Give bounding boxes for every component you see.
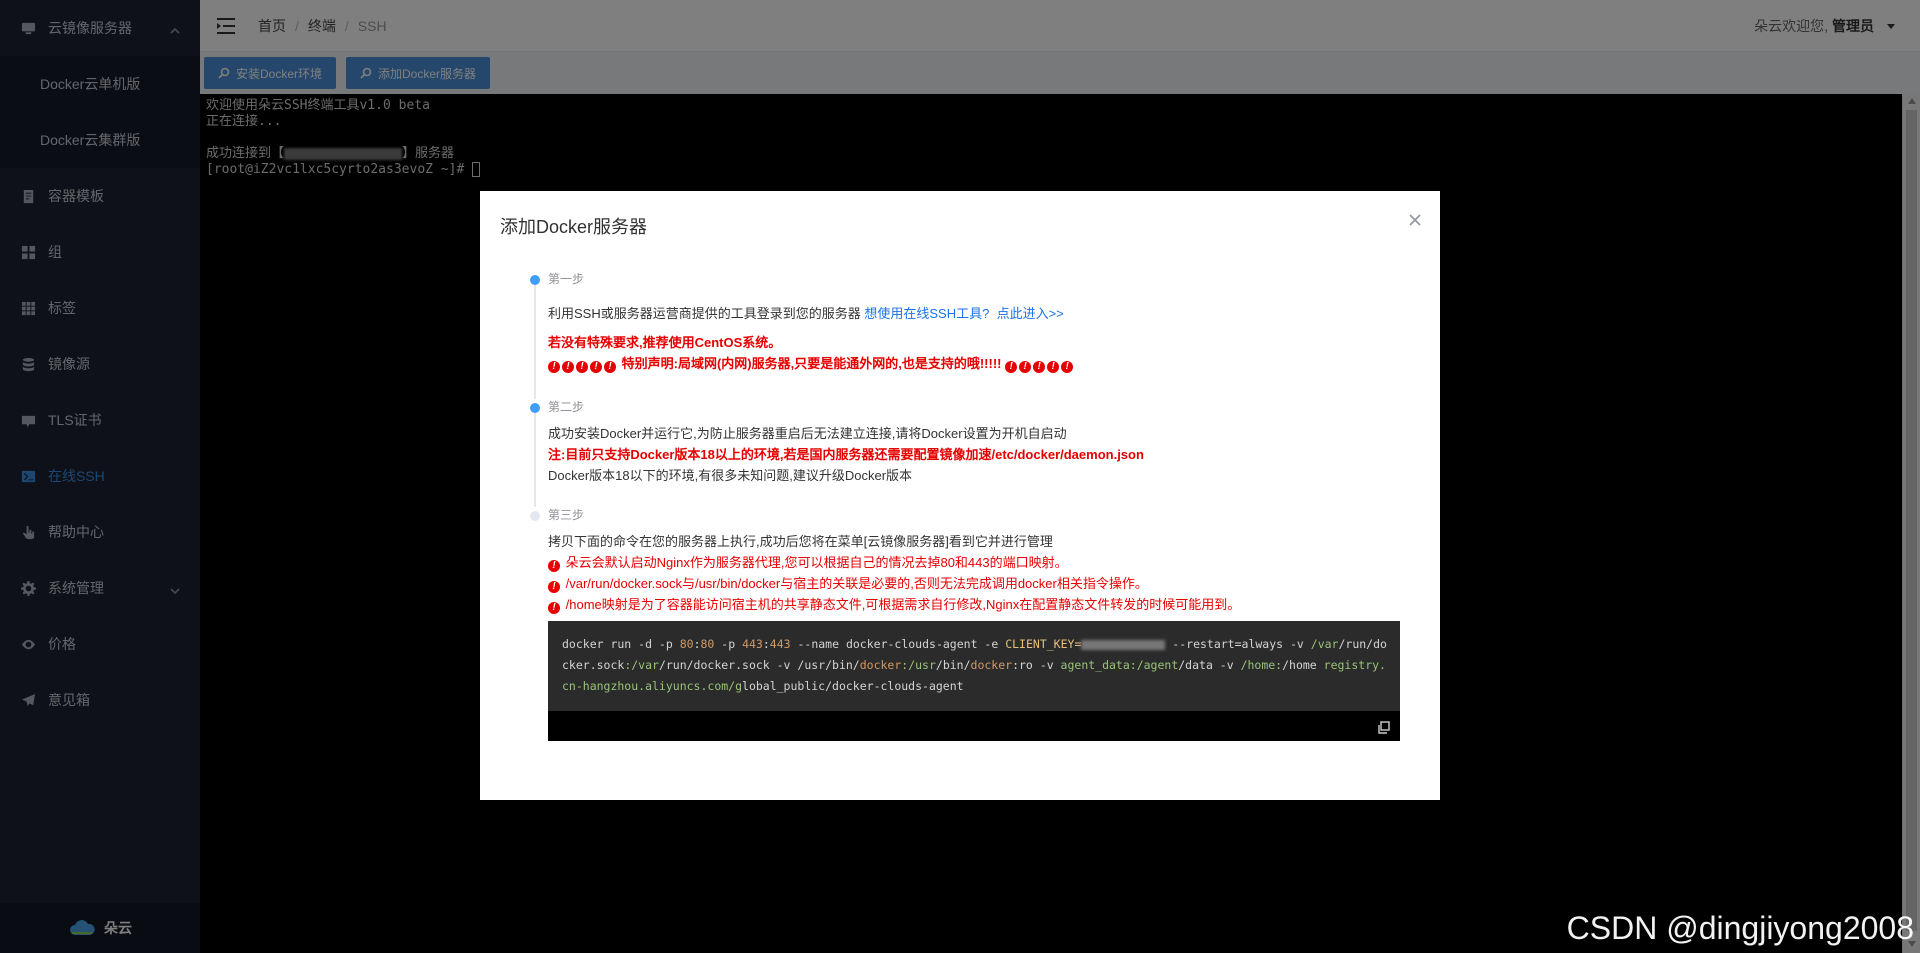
warning-icon: ! <box>1019 361 1032 373</box>
docker-command: docker run -d -p 80:80 -p 443:443 --name… <box>548 621 1400 711</box>
step2-text: 成功安装Docker并运行它,为防止服务器重启后无法建立连接,请将Docker设… <box>548 426 1067 441</box>
timeline-step-2: 第二步 成功安装Docker并运行它,为防止服务器重启后无法建立连接,请将Doc… <box>530 399 1400 507</box>
step-label: 第二步 <box>548 400 585 414</box>
code-segment: :/var <box>624 658 659 672</box>
code-block-footer <box>548 711 1400 741</box>
step3-warning-2: ! /var/run/docker.sock与/usr/bin/docker与宿… <box>548 573 1400 594</box>
warning-icon: ! <box>548 361 560 373</box>
step3-text: 拷贝下面的命令在您的服务器上执行,成功后您将在菜单[云镜像服务器]看到它并进行管… <box>548 534 1053 549</box>
warning-icon: ! <box>1047 361 1060 373</box>
code-segment: 80 <box>679 637 694 651</box>
warning-text: 朵云会默认启动Nginx作为服务器代理,您可以根据自己的情况去掉80和443的端… <box>565 555 1068 570</box>
code-segment: /var <box>1310 637 1339 651</box>
timeline-dot-active <box>530 275 540 285</box>
steps-timeline: 第一步 利用SSH或服务器运营商提供的工具登录到您的服务器 想使用在线SSH工具… <box>530 271 1400 741</box>
statement-text: 特别声明:局域网(内网)服务器,只要是能通外网的,也是支持的哦!!!!! <box>621 356 1002 371</box>
timeline-step-1: 第一步 利用SSH或服务器运营商提供的工具登录到您的服务器 想使用在线SSH工具… <box>530 271 1400 399</box>
add-docker-server-dialog: 添加Docker服务器 第一步 利用SSH或服务器运营商提供的工具登录到您的服务… <box>480 191 1440 800</box>
enter-link[interactable]: 点此进入>> <box>997 306 1064 321</box>
online-ssh-link[interactable]: 想使用在线SSH工具? <box>864 306 989 321</box>
step-label: 第三步 <box>548 508 585 522</box>
code-segment: 80 <box>700 637 715 651</box>
warning-icon: ! <box>576 361 588 373</box>
timeline-dot-active <box>530 403 540 413</box>
step1-recommendation: 若没有特殊要求,推荐使用CentOS系统。 <box>548 335 782 350</box>
copy-icon[interactable] <box>1377 721 1390 734</box>
close-icon[interactable] <box>1408 213 1422 227</box>
step1-description: 利用SSH或服务器运营商提供的工具登录到您的服务器 <box>548 306 861 321</box>
code-segment: : <box>693 637 701 651</box>
csdn-watermark: CSDN @dingjiyong2008 <box>1566 910 1914 946</box>
timeline-connector <box>534 283 536 399</box>
redacted-client-key <box>1081 639 1166 650</box>
code-segment: : <box>762 637 770 651</box>
warn-icon-group: !!!!! <box>1005 356 1075 373</box>
dialog-title: 添加Docker服务器 <box>500 217 648 237</box>
warning-text: /var/run/docker.sock与/usr/bin/docker与宿主的… <box>565 576 1148 591</box>
code-segment: docker <box>970 658 1013 672</box>
code-segment: -p <box>714 637 743 651</box>
code-segment: /home <box>1282 658 1324 672</box>
code-segment: lobal_public/docker-clouds-agent <box>742 679 964 693</box>
warn-icon-group: !!!!! <box>548 356 618 373</box>
step3-warning-3: ! /home映射是为了容器能访问宿主机的共享静态文件,可根据需求自行修改,Ng… <box>548 594 1400 615</box>
code-segment: CLIENT_KEY= <box>1005 637 1082 651</box>
step1-statement: !!!!! 特别声明:局域网(内网)服务器,只要是能通外网的,也是支持的哦!!!… <box>548 353 1400 374</box>
warning-icon: ! <box>1005 361 1018 373</box>
code-segment: :ro -v <box>1012 658 1061 672</box>
code-segment: /bin/ <box>935 658 971 672</box>
timeline-step-3: 第三步 拷贝下面的命令在您的服务器上执行,成功后您将在菜单[云镜像服务器]看到它… <box>530 507 1400 741</box>
command-code-block[interactable]: docker run -d -p 80:80 -p 443:443 --name… <box>548 621 1400 741</box>
code-segment: --restart=always -v <box>1165 637 1311 651</box>
step3-warning-1: ! 朵云会默认启动Nginx作为服务器代理,您可以根据自己的情况去掉80和443… <box>548 552 1400 573</box>
code-segment: agent_data:/agent <box>1060 658 1179 672</box>
warning-icon: ! <box>548 560 560 572</box>
code-segment: :/usr <box>901 658 936 672</box>
warning-icon: ! <box>548 602 560 614</box>
timeline-dot-pending <box>530 511 540 521</box>
code-segment: 443 <box>742 637 763 651</box>
warning-text: /home映射是为了容器能访问宿主机的共享静态文件,可根据需求自行修改,Ngin… <box>565 597 1241 612</box>
warning-icon: ! <box>548 581 560 593</box>
code-segment: /run/docker.sock -v /usr/bin/ <box>658 658 860 672</box>
code-segment: docker run -d -p <box>562 637 680 651</box>
warning-icon: ! <box>1061 361 1074 373</box>
code-segment: /home: <box>1240 658 1283 672</box>
timeline-connector <box>534 411 536 507</box>
step2-note: 注:目前只支持Docker版本18以上的环境,若是国内服务器还需要配置镜像加速/… <box>548 447 1144 462</box>
code-segment: /data -v <box>1178 658 1241 672</box>
step2-text-2: Docker版本18以下的环境,有很多未知问题,建议升级Docker版本 <box>548 468 913 483</box>
code-segment: docker <box>859 658 902 672</box>
code-segment: --name docker-clouds-agent -e <box>790 637 1006 651</box>
step-label: 第一步 <box>548 272 585 286</box>
step-text: 利用SSH或服务器运营商提供的工具登录到您的服务器 想使用在线SSH工具? 点此… <box>548 303 1400 324</box>
warning-icon: ! <box>590 361 602 373</box>
code-segment: 443 <box>769 637 791 651</box>
warning-icon: ! <box>562 361 574 373</box>
warning-icon: ! <box>604 361 616 373</box>
warning-icon: ! <box>1033 361 1046 373</box>
